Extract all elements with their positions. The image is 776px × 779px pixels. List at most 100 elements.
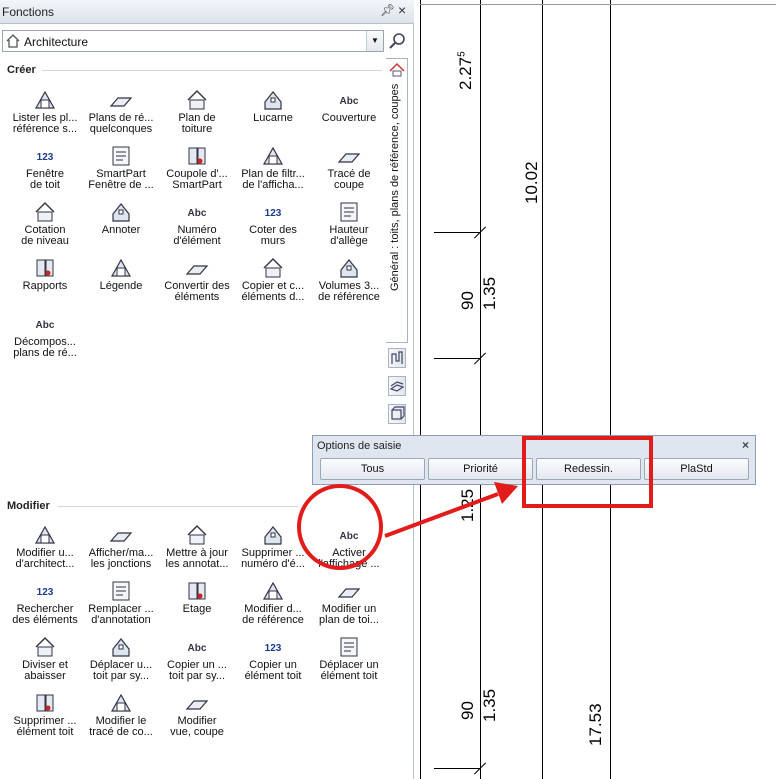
tool-label: Annoter	[101, 224, 141, 236]
drawing-canvas[interactable]: 2.275 10.02 90 1.35 1.25 90 1.35 17.53	[414, 0, 776, 779]
pin-icon[interactable]: 📌︎	[380, 3, 395, 17]
tool-element-number[interactable]: Abc Numéro d'élément	[158, 200, 236, 256]
copy-roof-icon: Abc	[188, 643, 207, 654]
tool-label: Supprimer ... numéro d'é...	[241, 547, 305, 570]
tool-update-annotations[interactable]: Mettre à jour les annotat...	[158, 523, 236, 579]
highlight-circle	[297, 484, 383, 570]
tool-roof-covering[interactable]: Abc Couverture	[310, 88, 388, 144]
close-icon[interactable]: ×	[742, 438, 749, 452]
section-modify: Modifier	[7, 500, 50, 512]
decompose-planes-icon: Abc	[36, 320, 55, 331]
wall-line	[542, 0, 543, 779]
walls-icon	[391, 351, 403, 364]
filter-plane-icon	[262, 146, 284, 165]
tool-label: Coupole d'... SmartPart	[166, 168, 228, 191]
replace-annotation-icon	[112, 581, 130, 601]
tool-decompose-planes[interactable]: Abc Décompos... plans de ré...	[6, 312, 84, 368]
tool-label: Copier un ... toit par sy...	[167, 659, 227, 682]
tool-show-junctions[interactable]: Afficher/ma... les jonctions	[82, 523, 160, 579]
annotate-icon	[112, 203, 130, 222]
tool-modify-reference[interactable]: Modifier d... de référence	[234, 579, 312, 635]
tool-list-planes[interactable]: Lister les pl... référence s...	[6, 88, 84, 144]
convert-elements-icon	[185, 265, 209, 275]
tool-label: Décompos... plans de ré...	[13, 336, 77, 359]
plastd-button[interactable]: PlaStd	[644, 458, 749, 480]
tool-move-roof[interactable]: Déplacer u... toit par sy...	[82, 635, 160, 691]
tool-search-elements[interactable]: 123 Rechercher des éléments	[6, 579, 84, 635]
tool-label: Modifier le tracé de co...	[89, 715, 153, 738]
highlight-box	[522, 436, 653, 508]
tool-copy-roof[interactable]: Abc Copier un ... toit par sy...	[158, 635, 236, 691]
tool-annotate[interactable]: Annoter	[82, 200, 160, 256]
tool-divide-lower[interactable]: Diviser et abaisser	[6, 635, 84, 691]
tool-label: Modifier d... de référence	[242, 603, 304, 626]
tool-label: Modifier un plan de toi...	[319, 603, 379, 626]
dormer-icon	[264, 91, 282, 110]
tool-dome[interactable]: Coupole d'... SmartPart	[158, 144, 236, 200]
priority-button[interactable]: Priorité	[428, 458, 533, 480]
modify-view-icon	[185, 700, 209, 710]
dimension-label: 10.02	[522, 161, 541, 204]
tool-modify-section-line[interactable]: Modifier le tracé de co...	[82, 691, 160, 747]
storey-icon	[188, 582, 206, 600]
tool-reference-planes[interactable]: Plans de ré... quelconques	[82, 88, 160, 144]
tool-reports[interactable]: Rapports	[6, 256, 84, 312]
tool-modify-arch[interactable]: Modifier u... d'architect...	[6, 523, 84, 579]
reference-planes-icon	[109, 97, 133, 107]
tool-label: Plan de toiture	[178, 112, 216, 135]
tab-general-roofs[interactable]: Général : toits, plans de référence, cou…	[386, 58, 408, 343]
tool-filter-plane[interactable]: Plan de filtr... de l'afficha...	[234, 144, 312, 200]
chevron-down-icon[interactable]: ▼	[366, 31, 383, 51]
tool-modify-view[interactable]: Modifier vue, coupe	[158, 691, 236, 747]
tool-modify-roof-plane[interactable]: Modifier un plan de toi...	[310, 579, 388, 635]
dimension-label: 1.35	[480, 688, 499, 722]
tab-walls[interactable]	[388, 348, 406, 368]
tool-dormer[interactable]: Lucarne	[234, 88, 312, 144]
divider	[58, 506, 298, 507]
tab-slabs[interactable]	[388, 376, 406, 396]
close-icon[interactable]: ×	[398, 2, 406, 18]
move-roof-icon	[112, 638, 130, 657]
dimension-extension	[434, 768, 480, 769]
tool-label: Volumes 3... de référence	[318, 280, 380, 303]
section-create: Créer	[7, 64, 36, 76]
tool-copy-elements[interactable]: Copier et c... éléments d...	[234, 256, 312, 312]
tool-label: Modifier vue, coupe	[170, 715, 224, 738]
slabs-icon	[389, 381, 405, 392]
tool-label: Déplacer un élément toit	[319, 659, 379, 682]
tab-volumes[interactable]	[388, 404, 406, 424]
tool-convert-elements[interactable]: Convertir des éléments	[158, 256, 236, 312]
tool-level-dimension[interactable]: Cotation de niveau	[6, 200, 84, 256]
legend-icon	[110, 258, 132, 277]
tool-smartpart-window[interactable]: SmartPart Fenêtre de ...	[82, 144, 160, 200]
tool-roof-window[interactable]: 123 Fenêtre de toit	[6, 144, 84, 200]
tool-section-line[interactable]: Tracé de coupe	[310, 144, 388, 200]
tool-label: Plans de ré... quelconques	[88, 112, 154, 135]
svg-text:123: 123	[37, 152, 54, 163]
tool-label: Lister les pl... référence s...	[12, 112, 78, 135]
category-combo[interactable]: Architecture ▼	[2, 30, 384, 52]
all-button[interactable]: Tous	[320, 458, 425, 480]
tool-move-roof-element[interactable]: Déplacer un élément toit	[310, 635, 388, 691]
search-icon[interactable]	[387, 31, 407, 51]
tool-label: Rapports	[22, 280, 68, 292]
tool-dimension-walls[interactable]: 123 Coter des murs	[234, 200, 312, 256]
tool-label: Diviser et abaisser	[22, 659, 68, 682]
tool-delete-roof-element[interactable]: Supprimer ... élément toit	[6, 691, 84, 747]
smartpart-window-icon	[112, 146, 130, 166]
tool-replace-annotation[interactable]: Remplacer ... d'annotation	[82, 579, 160, 635]
tool-copy-roof-element[interactable]: 123 Copier un élément toit	[234, 635, 312, 691]
palette-title-bar: Fonctions 📌︎ ×	[0, 0, 414, 24]
tool-storey[interactable]: Etage	[158, 579, 236, 635]
tool-roof-plan[interactable]: Plan de toiture	[158, 88, 236, 144]
tool-label: Modifier u... d'architect...	[15, 547, 75, 570]
tool-label: Coter des murs	[249, 224, 297, 247]
tool-label: Couverture	[321, 112, 377, 124]
tool-legend[interactable]: Légende	[82, 256, 160, 312]
tool-reference-volumes[interactable]: Volumes 3... de référence	[310, 256, 388, 312]
svg-text:Abc: Abc	[36, 320, 55, 331]
tool-label: Afficher/ma... les jonctions	[88, 547, 154, 570]
tool-label: SmartPart Fenêtre de ...	[88, 168, 154, 191]
copy-elements-icon	[263, 258, 283, 278]
tool-sill-height[interactable]: Hauteur d'allège	[310, 200, 388, 256]
